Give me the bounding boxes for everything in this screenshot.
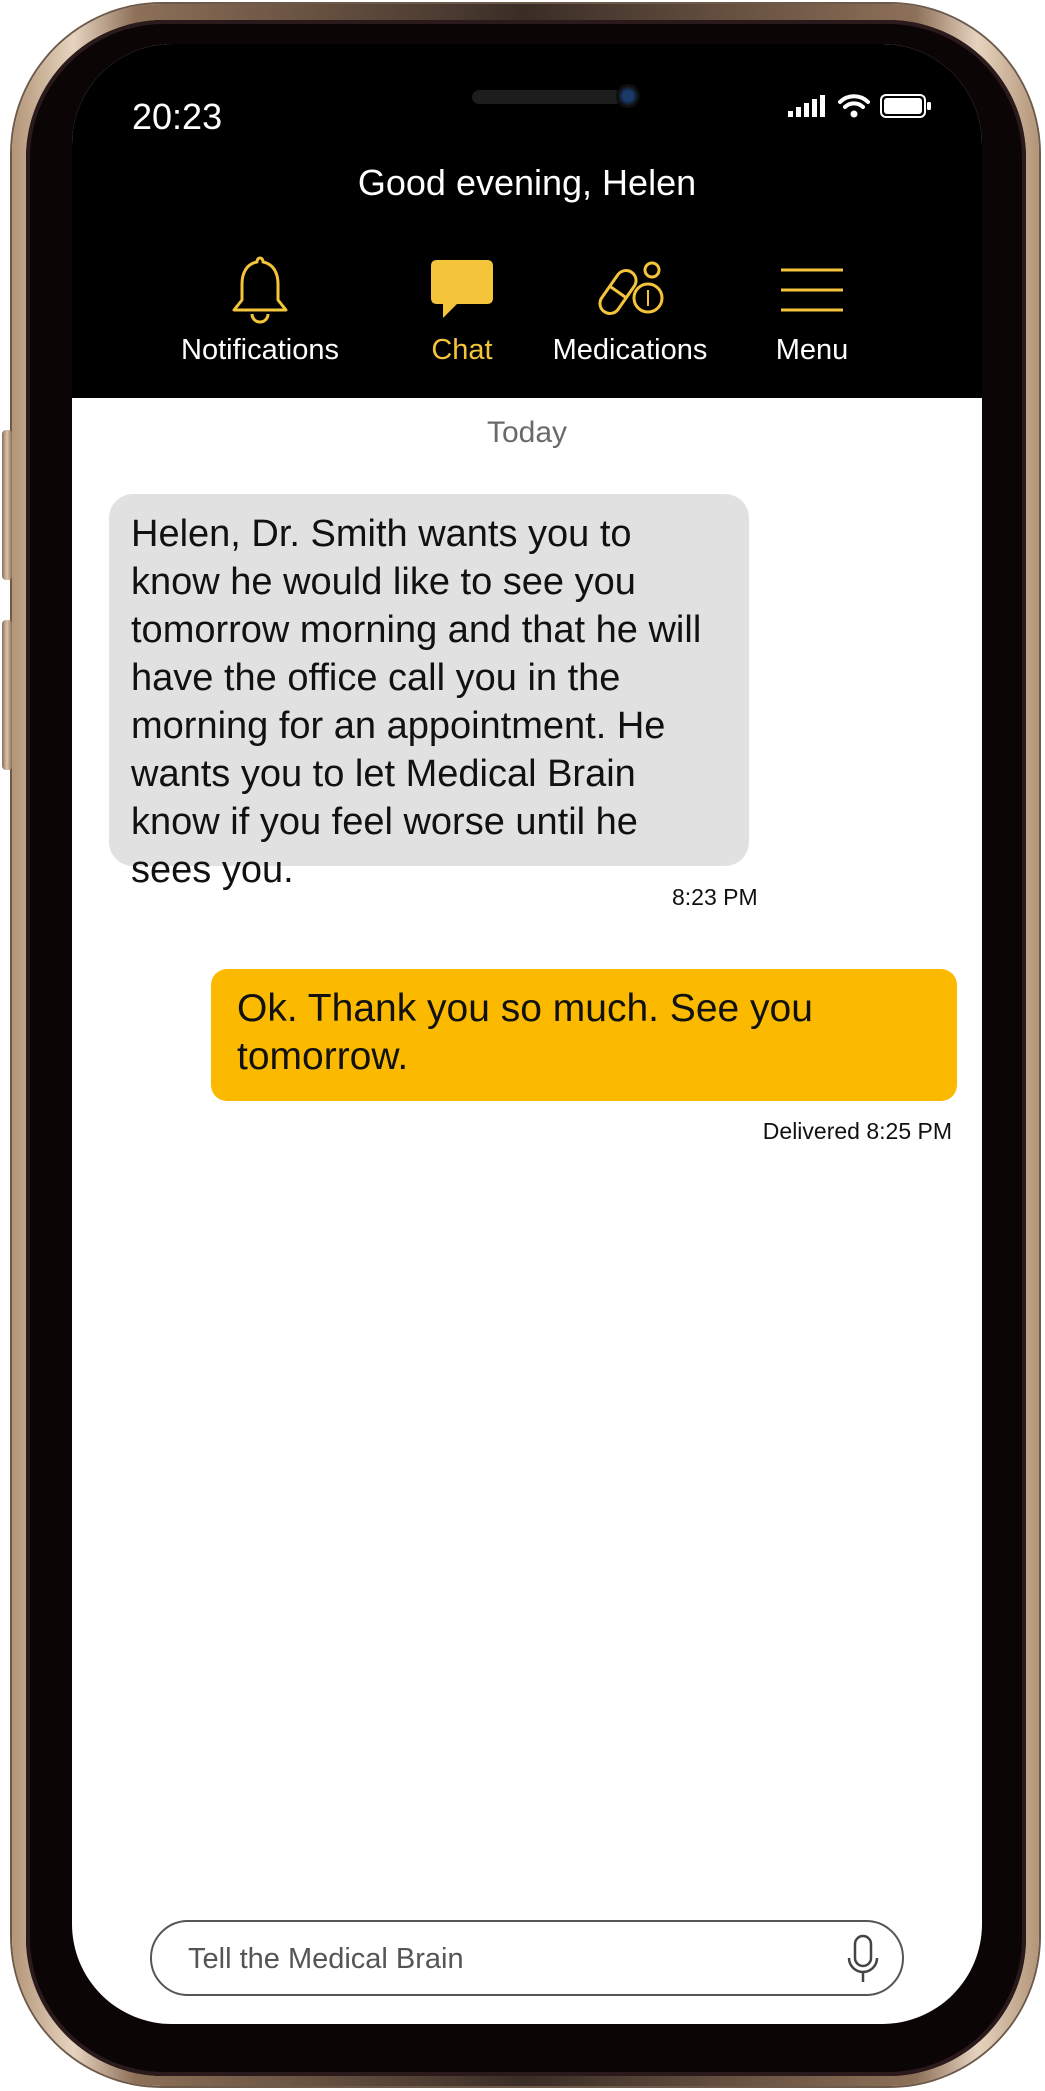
phone-screen: 20:23 Good evening, Helen Notifications … xyxy=(72,44,982,2024)
nav-label-menu: Menu xyxy=(775,334,849,366)
nav-label-notifications: Notifications xyxy=(181,334,339,366)
day-separator: Today xyxy=(486,416,568,449)
nav-label-medications: Medications xyxy=(552,334,708,366)
bell-icon xyxy=(232,256,288,324)
microphone-icon[interactable] xyxy=(846,1934,880,1986)
status-time: 20:23 xyxy=(132,96,223,137)
nav-menu[interactable]: Menu xyxy=(762,254,862,367)
earpiece-speaker xyxy=(472,90,622,104)
battery-icon xyxy=(880,94,931,118)
wifi-icon xyxy=(838,94,870,118)
nav-medications[interactable]: Medications xyxy=(545,254,715,367)
nav-label-chat: Chat xyxy=(431,334,493,366)
greeting-title: Good evening, Helen xyxy=(357,162,697,203)
hamburger-icon xyxy=(781,268,843,312)
incoming-message[interactable]: Helen, Dr. Smith wants you to know he wo… xyxy=(109,494,749,891)
outgoing-message-status: Delivered 8:25 PM xyxy=(762,1118,952,1144)
pills-icon xyxy=(598,261,664,315)
main-nav: Notifications Chat Medications Menu xyxy=(72,254,982,394)
silent-switch xyxy=(2,430,12,580)
message-input[interactable] xyxy=(186,1936,790,1982)
status-icons xyxy=(788,94,932,118)
chat-icon xyxy=(431,260,493,318)
front-camera xyxy=(616,84,640,108)
signal-icon xyxy=(788,95,825,117)
nav-notifications[interactable]: Notifications xyxy=(172,254,348,367)
message-composer[interactable] xyxy=(150,1920,904,1996)
outgoing-message[interactable]: Ok. Thank you so much. See you tomorrow. xyxy=(211,969,957,1101)
incoming-message-time: 8:23 PM xyxy=(672,884,758,910)
volume-button xyxy=(2,620,12,770)
nav-chat[interactable]: Chat xyxy=(412,254,512,367)
app-header: 20:23 Good evening, Helen Notifications … xyxy=(72,44,982,398)
